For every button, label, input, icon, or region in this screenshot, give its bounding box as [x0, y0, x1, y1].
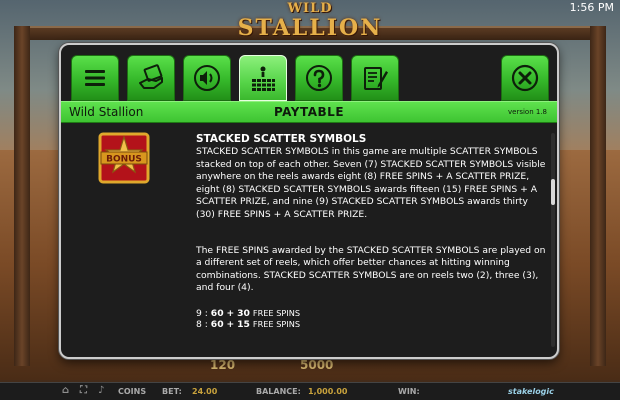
tab-menu[interactable] [71, 55, 119, 101]
question-mark-icon [306, 65, 332, 91]
dialog-tab-bar [71, 55, 549, 101]
fullscreen-icon[interactable]: ⛶ [80, 385, 87, 396]
paytable-grid-icon [252, 66, 275, 91]
tab-history[interactable] [351, 55, 399, 101]
description-paragraph-1: STACKED SCATTER SYMBOLS in this game are… [196, 146, 546, 220]
wooden-post-left [14, 26, 30, 366]
hand-card-icon [139, 64, 163, 89]
close-x-icon [511, 64, 539, 92]
bet-value: 24.00 [192, 387, 218, 396]
description-column: STACKED SCATTER SYMBOLS STACKED SCATTER … [196, 133, 546, 330]
paytable-content[interactable]: BONUS STACKED SCATTER SYMBOLS STACKED SC… [61, 123, 557, 355]
reel-info-bar: 120 5000 [150, 356, 470, 378]
status-clock: 1:56 PM [569, 1, 614, 14]
wooden-post-right [590, 26, 606, 366]
dialog-title-bar: Wild Stallion PAYTABLE version 1.8 [61, 101, 557, 123]
scrollbar-track[interactable] [551, 133, 555, 347]
brand-logo: stakelogic [508, 387, 554, 396]
game-logo: WILD STALLION [200, 2, 420, 46]
description-paragraph-2: The FREE SPINS awarded by the STACKED SC… [196, 244, 546, 294]
bonus-symbol-label: BONUS [106, 155, 142, 165]
notepad-pencil-icon [364, 67, 388, 90]
scrollbar-thumb[interactable] [551, 179, 555, 205]
tab-sound[interactable] [183, 55, 231, 101]
version-label: version 1.8 [508, 108, 547, 116]
hamburger-menu-icon [85, 70, 105, 86]
reel-number-1: 120 [210, 358, 236, 372]
pay-row: 8 : 60 + 15 FREE SPINS [196, 318, 301, 330]
balance-label: BALANCE: [256, 387, 301, 396]
paytable-dialog: Wild Stallion PAYTABLE version 1.8 BONUS… [59, 43, 559, 359]
pay-list: 9 : 60 + 30 FREE SPINS 8 : 60 + 15 FREE … [196, 308, 546, 330]
tab-close[interactable] [501, 55, 549, 101]
bet-label: BET: [162, 387, 182, 396]
speaker-icon [194, 65, 220, 91]
tab-help[interactable] [295, 55, 343, 101]
tab-autoplay[interactable] [127, 55, 175, 101]
win-label: WIN: [398, 387, 420, 396]
coins-label[interactable]: COINS [118, 387, 146, 396]
balance-value: 1,000.00 [308, 387, 348, 396]
game-status-bar: ⌂ ⛶ ♪ COINS BET: 24.00 BALANCE: 1,000.00… [0, 382, 620, 400]
pay-row: 9 : 60 + 30 FREE SPINS [196, 307, 301, 319]
section-title: PAYTABLE [273, 105, 345, 119]
game-logo-line1: WILD [287, 1, 333, 16]
home-icon[interactable]: ⌂ [62, 385, 69, 396]
sound-toggle-icon[interactable]: ♪ [98, 385, 104, 396]
reel-number-2: 5000 [300, 358, 334, 372]
content-fade [181, 343, 541, 355]
section-heading: STACKED SCATTER SYMBOLS [196, 133, 367, 145]
bonus-sheriff-star-icon: BONUS [98, 132, 150, 184]
game-logo-line2: STALLION [237, 15, 383, 41]
tab-paytable[interactable] [239, 55, 287, 101]
